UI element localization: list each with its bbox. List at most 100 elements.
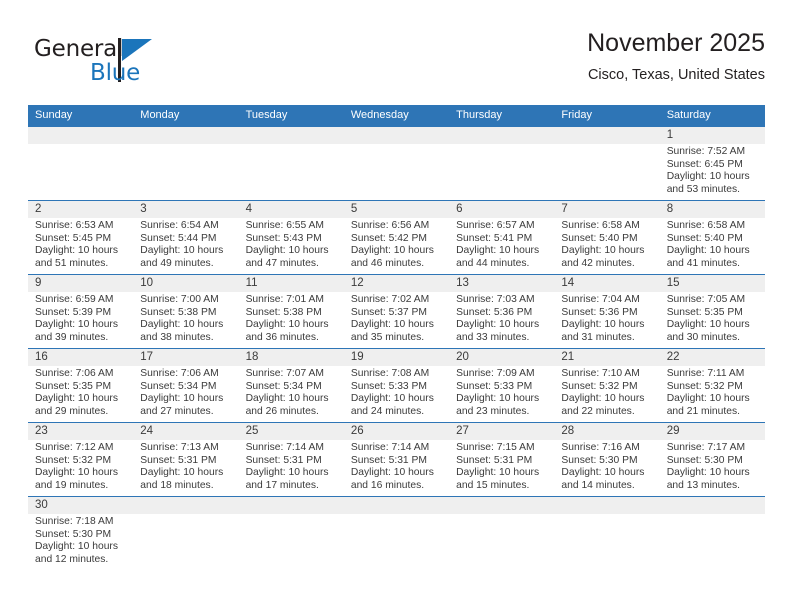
day-cell[interactable]: 24 Sunrise: 7:13 AM Sunset: 5:31 PM Dayl… [133, 423, 238, 496]
sunset-text: Sunset: 5:30 PM [666, 454, 743, 466]
day-cell[interactable]: 10 Sunrise: 7:00 AM Sunset: 5:38 PM Dayl… [133, 275, 238, 348]
daylight-text-line1: Daylight: 10 hours [561, 393, 645, 405]
day-cell[interactable]: 5 Sunrise: 6:56 AM Sunset: 5:42 PM Dayli… [344, 201, 449, 274]
daylight-text-line2: and 23 minutes. [456, 405, 530, 417]
day-details: Sunrise: 7:06 AM Sunset: 5:34 PM Dayligh… [140, 366, 232, 418]
title-block: November 2025 Cisco, Texas, United State… [587, 28, 765, 86]
day-cell[interactable]: 15 Sunrise: 7:05 AM Sunset: 5:35 PM Dayl… [660, 275, 765, 348]
sunset-text: Sunset: 5:37 PM [350, 306, 427, 318]
daylight-text-line2: and 19 minutes. [35, 479, 109, 491]
day-cell[interactable]: 2 Sunrise: 6:53 AM Sunset: 5:45 PM Dayli… [28, 201, 133, 274]
day-cell[interactable] [554, 497, 659, 575]
weekday-header-tuesday: Tuesday [245, 109, 288, 121]
day-cell[interactable] [133, 497, 238, 575]
sunset-text: Sunset: 5:33 PM [350, 380, 427, 392]
day-cell[interactable] [239, 497, 344, 575]
sunrise-text: Sunrise: 7:16 AM [561, 442, 640, 453]
sunset-text: Sunset: 6:45 PM [666, 158, 743, 170]
sunrise-text: Sunrise: 7:14 AM [245, 442, 324, 453]
sunrise-text: Sunrise: 7:02 AM [350, 294, 430, 305]
day-details [35, 144, 127, 146]
day-cell[interactable]: 13 Sunrise: 7:03 AM Sunset: 5:36 PM Dayl… [449, 275, 554, 348]
day-cell[interactable]: 18 Sunrise: 7:07 AM Sunset: 5:34 PM Dayl… [239, 349, 344, 422]
day-cell[interactable]: 8 Sunrise: 6:58 AM Sunset: 5:40 PM Dayli… [660, 201, 765, 274]
day-cell[interactable] [344, 127, 449, 200]
day-cell[interactable]: 16 Sunrise: 7:06 AM Sunset: 5:35 PM Dayl… [28, 349, 133, 422]
day-number [667, 497, 759, 514]
weekday-header-saturday: Saturday [666, 109, 711, 121]
day-number: 2 [35, 203, 42, 215]
day-number: 8 [666, 203, 674, 215]
day-cell[interactable]: 20 Sunrise: 7:09 AM Sunset: 5:33 PM Dayl… [449, 349, 554, 422]
day-number: 21 [561, 351, 575, 363]
day-number: 15 [666, 277, 680, 289]
day-number: 5 [350, 203, 358, 215]
daylight-text-line1: Daylight: 10 hours [666, 393, 750, 405]
day-cell[interactable]: 9 Sunrise: 6:59 AM Sunset: 5:39 PM Dayli… [28, 275, 133, 348]
day-cell[interactable] [660, 497, 765, 575]
day-cell[interactable]: 12 Sunrise: 7:02 AM Sunset: 5:37 PM Dayl… [344, 275, 449, 348]
day-details [561, 144, 653, 146]
day-cell[interactable]: 23 Sunrise: 7:12 AM Sunset: 5:32 PM Dayl… [28, 423, 133, 496]
day-cell[interactable]: 26 Sunrise: 7:14 AM Sunset: 5:31 PM Dayl… [344, 423, 449, 496]
day-cell[interactable]: 30 Sunrise: 7:18 AM Sunset: 5:30 PM Dayl… [28, 497, 133, 575]
day-cell[interactable] [449, 127, 554, 200]
sunset-text: Sunset: 5:45 PM [35, 232, 112, 244]
day-cell[interactable]: 11 Sunrise: 7:01 AM Sunset: 5:38 PM Dayl… [239, 275, 344, 348]
day-number: 7 [561, 203, 568, 215]
daylight-text-line2: and 33 minutes. [456, 331, 530, 343]
day-details: Sunrise: 7:14 AM Sunset: 5:31 PM Dayligh… [351, 440, 443, 492]
day-cell[interactable]: 21 Sunrise: 7:10 AM Sunset: 5:32 PM Dayl… [554, 349, 659, 422]
calendar-week-row: 1 Sunrise: 7:52 AM Sunset: 6:45 PM Dayli… [28, 126, 765, 200]
daylight-text-line1: Daylight: 10 hours [140, 245, 224, 257]
day-details [456, 144, 548, 146]
sunrise-text: Sunrise: 7:06 AM [35, 368, 114, 379]
sunrise-text: Sunrise: 7:04 AM [561, 294, 640, 305]
day-cell[interactable]: 25 Sunrise: 7:14 AM Sunset: 5:31 PM Dayl… [239, 423, 344, 496]
day-cell[interactable]: 7 Sunrise: 6:58 AM Sunset: 5:40 PM Dayli… [554, 201, 659, 274]
sunset-text: Sunset: 5:30 PM [35, 528, 112, 540]
day-cell[interactable]: 17 Sunrise: 7:06 AM Sunset: 5:34 PM Dayl… [133, 349, 238, 422]
sunset-text: Sunset: 5:38 PM [245, 306, 322, 318]
day-cell[interactable]: 6 Sunrise: 6:57 AM Sunset: 5:41 PM Dayli… [449, 201, 554, 274]
day-cell[interactable]: 29 Sunrise: 7:17 AM Sunset: 5:30 PM Dayl… [660, 423, 765, 496]
day-cell[interactable] [133, 127, 238, 200]
day-cell[interactable]: 22 Sunrise: 7:11 AM Sunset: 5:32 PM Dayl… [660, 349, 765, 422]
day-cell[interactable] [344, 497, 449, 575]
sunset-text: Sunset: 5:33 PM [456, 380, 533, 392]
day-details: Sunrise: 7:00 AM Sunset: 5:38 PM Dayligh… [140, 292, 232, 344]
day-cell[interactable]: 1 Sunrise: 7:52 AM Sunset: 6:45 PM Dayli… [660, 127, 765, 200]
sunrise-text: Sunrise: 6:53 AM [35, 220, 114, 231]
sunset-text: Sunset: 5:32 PM [35, 454, 112, 466]
day-details: Sunrise: 7:12 AM Sunset: 5:32 PM Dayligh… [35, 440, 127, 492]
day-number [456, 127, 548, 144]
day-cell[interactable]: 14 Sunrise: 7:04 AM Sunset: 5:36 PM Dayl… [554, 275, 659, 348]
sunrise-text: Sunrise: 7:00 AM [140, 294, 219, 305]
day-cell[interactable] [28, 127, 133, 200]
day-details: Sunrise: 6:56 AM Sunset: 5:42 PM Dayligh… [351, 218, 443, 270]
day-cell[interactable]: 27 Sunrise: 7:15 AM Sunset: 5:31 PM Dayl… [449, 423, 554, 496]
sunset-text: Sunset: 5:40 PM [666, 232, 743, 244]
day-number: 4 [245, 203, 252, 215]
sunrise-text: Sunrise: 7:06 AM [140, 368, 219, 379]
sunrise-text: Sunrise: 7:12 AM [35, 442, 114, 453]
day-number: 20 [456, 351, 469, 363]
daylight-text-line2: and 38 minutes. [140, 331, 214, 343]
day-number [351, 497, 443, 514]
page-subtitle: Cisco, Texas, United States [587, 67, 765, 83]
day-cell[interactable]: 4 Sunrise: 6:55 AM Sunset: 5:43 PM Dayli… [239, 201, 344, 274]
daylight-text-line1: Daylight: 10 hours [245, 245, 329, 257]
day-details: Sunrise: 7:16 AM Sunset: 5:30 PM Dayligh… [561, 440, 653, 492]
day-number [351, 127, 443, 144]
day-cell[interactable]: 19 Sunrise: 7:08 AM Sunset: 5:33 PM Dayl… [344, 349, 449, 422]
day-number [35, 127, 127, 144]
day-cell[interactable] [239, 127, 344, 200]
day-cell[interactable] [554, 127, 659, 200]
daylight-text-line1: Daylight: 10 hours [350, 393, 434, 405]
day-cell[interactable] [449, 497, 554, 575]
day-cell[interactable]: 3 Sunrise: 6:54 AM Sunset: 5:44 PM Dayli… [133, 201, 238, 274]
general-blue-logo[interactable]: General Blue [34, 36, 224, 92]
weekday-header-row: Sunday Monday Tuesday Wednesday Thursday… [28, 105, 765, 126]
day-cell[interactable]: 28 Sunrise: 7:16 AM Sunset: 5:30 PM Dayl… [554, 423, 659, 496]
day-number: 24 [140, 425, 154, 437]
